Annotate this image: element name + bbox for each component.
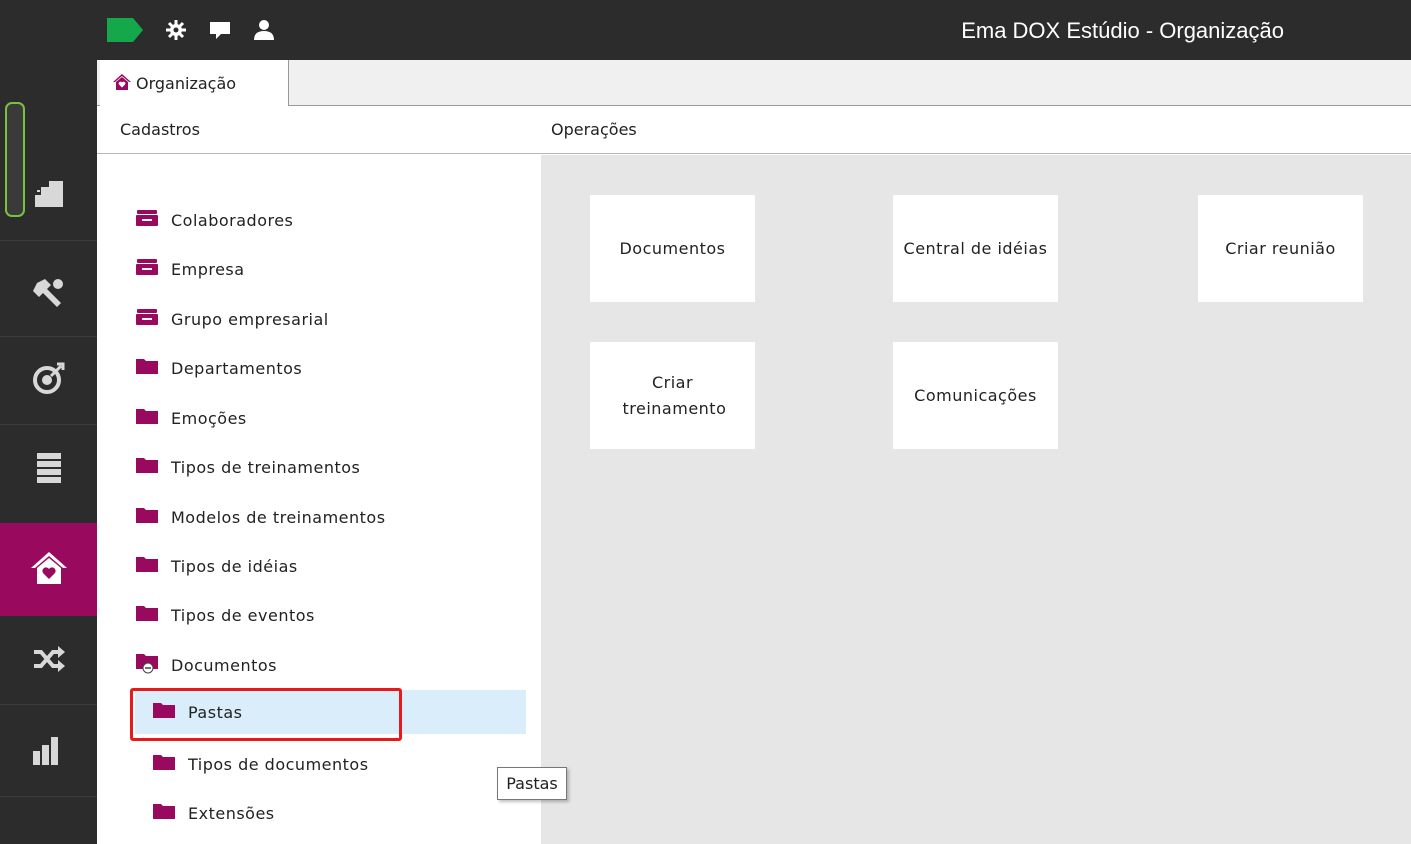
tab-strip: Organização [97,60,1411,107]
tree-item-label: Grupo empresarial [171,309,329,329]
tree-item-label: Tipos de documentos [188,754,369,774]
folder-icon [135,506,159,528]
tab-organizacao[interactable]: Organização [100,60,289,107]
tree-item-label: Empresa [171,259,245,279]
folder-icon [152,753,176,775]
tree-item[interactable]: Tipos de eventos [135,593,315,637]
folder-icon [135,604,159,626]
folder-icon [135,357,159,379]
folder-collapse-icon[interactable] [135,652,159,678]
cadastros-tree: Colaboradores Empresa Grupo empresarial … [97,155,541,844]
operation-label: Central de idéias [903,238,1048,258]
drawer-icon [135,258,159,280]
rail-separator [0,796,97,797]
tree-item[interactable]: Tipos de idéias [135,544,298,588]
desk-icon [31,175,67,215]
rail-item-list[interactable] [0,425,97,515]
shuffle-icon [31,641,67,681]
section-header-cadastros: Cadastros [97,106,541,154]
tree-item-label: Colaboradores [171,210,294,230]
rail-item-reports[interactable] [0,706,97,796]
logo-tag-icon[interactable] [107,18,143,46]
section-header-operacoes: Operações [541,106,1411,154]
section-title: Cadastros [120,120,200,139]
chat-icon[interactable] [209,20,231,44]
operation-tile-documentos[interactable]: Documentos [590,195,755,302]
operation-label: Criar treinamento [622,372,727,418]
tab-label: Organização [136,74,237,93]
folder-icon [135,555,159,577]
tree-item[interactable]: Grupo empresarial [135,297,329,341]
operation-label: Criar reunião [1225,238,1336,258]
section-title: Operações [551,120,637,139]
operation-tile-criar-treinamento[interactable]: Criar treinamento [590,342,755,449]
tree-item-label: Extensões [188,803,275,823]
tooltip: Pastas [497,767,567,800]
drawer-icon [135,209,159,231]
app-window: Ema DOX Estúdio - Organização Organizaçã… [0,0,1411,844]
tree-item[interactable]: Departamentos [135,346,302,390]
tree-item-label: Departamentos [171,358,303,378]
tree-item[interactable]: Modelos de treinamentos [135,495,386,539]
operation-label: Comunicações [914,385,1037,405]
home-heart-icon [112,73,132,95]
operation-tile-comunicacoes[interactable]: Comunicações [893,342,1058,449]
tree-item[interactable]: Tipos de treinamentos [135,445,360,489]
user-icon[interactable] [253,19,275,45]
folder-icon [152,802,176,824]
rail-item-tools[interactable] [0,250,97,340]
tree-item-label: Tipos de eventos [171,605,315,625]
top-bar: Ema DOX Estúdio - Organização [97,0,1411,60]
operations-panel: Documentos Central de idéias Criar reuni… [541,155,1411,844]
operation-tile-criar-reuniao[interactable]: Criar reunião [1198,195,1363,302]
tree-item[interactable]: Emoções [135,396,247,440]
drawer-icon [135,308,159,330]
tree-item-label: Documentos [171,655,278,675]
rail-item-organization[interactable] [0,523,97,616]
tree-item-label: Tipos de idéias [171,556,298,576]
rail-item-goals[interactable] [0,335,97,425]
tree-item[interactable]: Empresa [135,247,245,291]
rail-separator [0,240,97,241]
target-icon [31,360,67,400]
tree-item-label: Emoções [171,408,247,428]
left-rail [0,0,97,844]
tools-icon [31,275,67,315]
folder-icon [135,456,159,478]
gear-icon[interactable] [165,19,187,45]
rail-separator [0,704,97,705]
list-icon [31,450,67,490]
folder-icon [135,407,159,429]
tree-item-label: Modelos de treinamentos [171,507,386,527]
folder-icon [152,701,176,723]
tree-item[interactable]: Documentos [135,643,277,687]
tree-item-label: Pastas [188,702,243,722]
rail-item-desk[interactable] [0,150,97,240]
home-heart-icon [29,548,69,592]
tree-item[interactable]: Extensões [152,791,275,835]
rail-item-shuffle[interactable] [0,616,97,706]
tree-item[interactable]: Colaboradores [135,198,293,242]
operation-tile-central-ideias[interactable]: Central de idéias [893,195,1058,302]
operation-label: Documentos [619,238,726,258]
tree-item-selected[interactable]: Pastas [135,690,526,734]
bar-chart-icon [31,731,67,771]
tree-item[interactable]: Tipos de documentos [152,742,369,786]
window-title: Ema DOX Estúdio - Organização [961,18,1284,43]
tree-item-label: Tipos de treinamentos [171,457,361,477]
